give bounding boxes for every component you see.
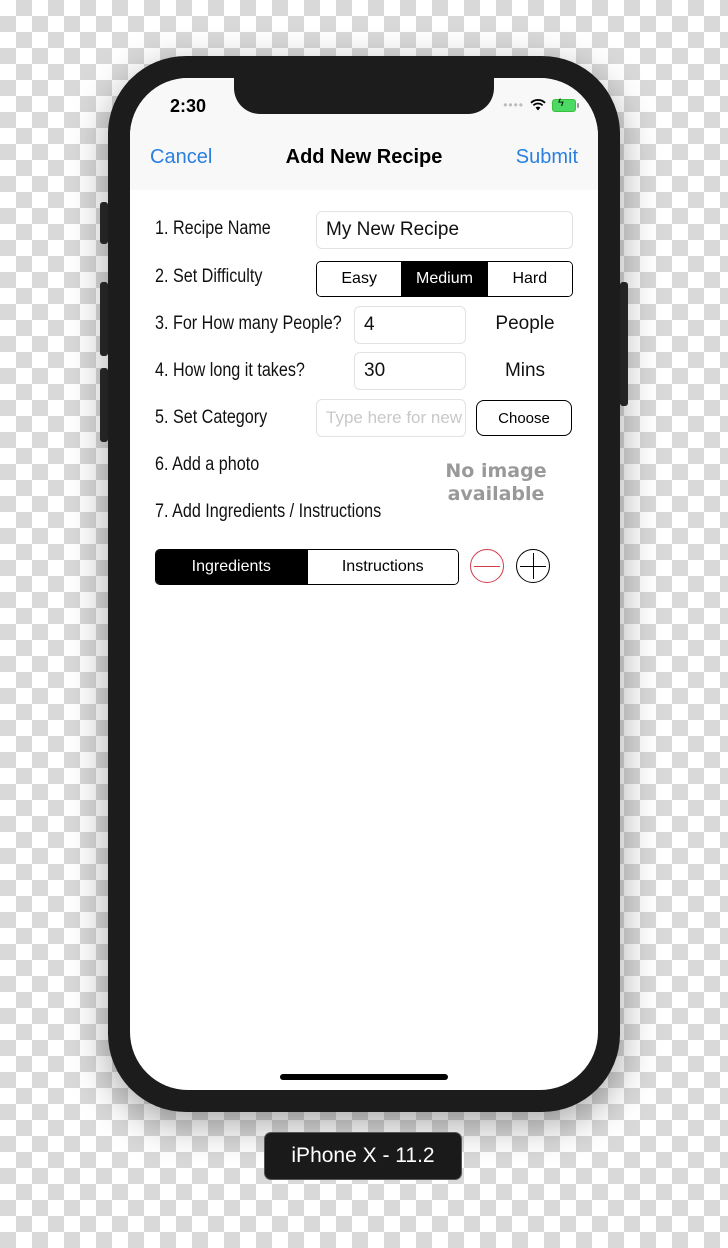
recipe-name-input[interactable]: My New Recipe	[316, 211, 573, 249]
wifi-icon	[530, 99, 546, 111]
difficulty-hard[interactable]: Hard	[486, 262, 572, 296]
power-button	[620, 282, 628, 406]
notch	[234, 78, 494, 114]
photo-label: 6. Add a photo	[155, 454, 260, 475]
status-time: 2:30	[170, 96, 207, 116]
plus-circle-icon[interactable]	[516, 549, 550, 583]
recipe-name-label: 1. Recipe Name	[155, 218, 271, 239]
no-image-text-line2: available	[447, 483, 545, 505]
home-indicator[interactable]	[280, 1074, 448, 1080]
silent-switch	[100, 202, 108, 244]
duration-unit: Mins	[504, 360, 546, 381]
battery-charging-icon: ϟ	[552, 97, 579, 112]
category-input[interactable]: Type here for new	[316, 399, 466, 437]
choose-category-button[interactable]: Choose	[476, 400, 572, 436]
iphone-frame: 2:30 •••• ϟ Cancel Add New Recipe Submit…	[108, 56, 620, 1112]
minus-circle-icon[interactable]	[470, 549, 504, 583]
submit-button[interactable]: Submit	[516, 146, 578, 169]
people-input[interactable]: 4	[354, 306, 466, 344]
difficulty-label: 2. Set Difficulty	[155, 266, 263, 287]
tab-instructions[interactable]: Instructions	[306, 550, 458, 584]
category-label: 5. Set Category	[155, 407, 268, 428]
ingredients-label: 7. Add Ingredients / Instructions	[155, 501, 382, 522]
people-label: 3. For How many People?	[155, 313, 342, 334]
volume-down-button	[100, 368, 108, 442]
ingredients-instructions-segmented-control: Ingredients Instructions	[155, 549, 459, 585]
duration-input[interactable]: 30	[354, 352, 466, 390]
people-unit: People	[495, 313, 555, 334]
difficulty-easy[interactable]: Easy	[317, 262, 402, 296]
screen: 2:30 •••• ϟ Cancel Add New Recipe Submit…	[130, 78, 598, 1090]
difficulty-segmented-control: Easy Medium Hard	[316, 261, 573, 297]
volume-up-button	[100, 282, 108, 356]
signal-dots-icon: ••••	[503, 98, 524, 112]
photo-placeholder[interactable]: No image available	[430, 460, 562, 506]
no-image-text-line1: No image	[445, 460, 547, 482]
device-label: iPhone X - 11.2	[265, 1133, 461, 1179]
duration-label: 4. How long it takes?	[155, 360, 305, 381]
difficulty-medium[interactable]: Medium	[401, 262, 487, 296]
tab-ingredients[interactable]: Ingredients	[156, 550, 307, 584]
status-icons: •••• ϟ	[503, 97, 579, 112]
